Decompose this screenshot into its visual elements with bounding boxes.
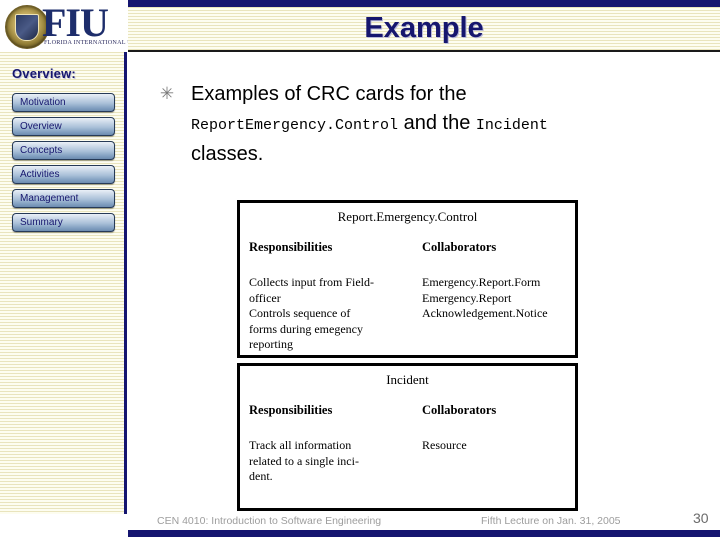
sidebar-item-label: Overview xyxy=(20,121,62,132)
sidebar-item-concepts[interactable]: Concepts xyxy=(12,141,115,160)
crc-responsibilities-column: Responsibilities Collects input from Fie… xyxy=(249,239,419,353)
sidebar-item-motivation[interactable]: Motivation xyxy=(12,93,115,112)
footer-lecture-text: Fifth Lecture on Jan. 31, 2005 xyxy=(481,515,621,527)
sidebar-item-management[interactable]: Management xyxy=(12,189,115,208)
crc-collaborators-column: Collaborators Emergency.Report.Form Emer… xyxy=(422,239,572,322)
sidebar-item-label: Activities xyxy=(20,169,60,180)
footer-rule xyxy=(128,530,720,537)
bullet-line-2-mid: and the xyxy=(398,112,476,134)
sidebar-item-label: Motivation xyxy=(20,97,66,108)
footer-left-spacer xyxy=(0,514,128,540)
slide-canvas: Example Overview: Motivation Overview Co… xyxy=(0,0,720,540)
crc-card-incident: Incident Responsibilities Track all info… xyxy=(237,363,578,511)
crc-collaborators-column: Collaborators Resource xyxy=(422,402,572,454)
sidebar-item-activities[interactable]: Activities xyxy=(12,165,115,184)
slide-page-number: 30 xyxy=(693,510,709,526)
page-title: Example xyxy=(364,12,484,44)
sidebar-heading: Overview: xyxy=(12,66,76,81)
bullet-line-1: Examples of CRC cards for the xyxy=(191,83,467,105)
crc-collaborators-text: Emergency.Report.Form Emergency.Report A… xyxy=(422,275,548,320)
sidebar-item-summary[interactable]: Summary xyxy=(12,213,115,232)
class-name-incident: Incident xyxy=(475,117,548,134)
crc-class-name: Incident xyxy=(386,372,429,387)
fiu-logo: FIU FLORIDA INTERNATIONAL UNIVERSITY xyxy=(0,0,128,52)
fiu-logo-letters: FIU xyxy=(42,0,109,45)
crc-collaborators-text: Resource xyxy=(422,438,467,452)
crc-responsibilities-text: Collects input from Field- officer Contr… xyxy=(249,275,374,351)
crc-card-report-emergency-control: Report.Emergency.Control Responsibilitie… xyxy=(237,200,578,358)
sidebar-item-label: Management xyxy=(20,193,79,204)
sidebar-item-label: Concepts xyxy=(20,145,63,156)
footer-course-text: CEN 4010: Introduction to Software Engin… xyxy=(157,515,382,527)
sidebar-item-label: Summary xyxy=(20,217,63,228)
fiu-logo-inner: FIU FLORIDA INTERNATIONAL UNIVERSITY xyxy=(0,2,128,50)
crc-responsibilities-text: Track all information related to a singl… xyxy=(249,438,359,483)
class-name-report-emergency-control: ReportEmergency.Control xyxy=(191,117,399,134)
bullet-line-3: classes. xyxy=(191,143,264,165)
slide-body: ✳ Examples of CRC cards for the ReportEm… xyxy=(131,54,720,514)
bullet-text: Examples of CRC cards for the ReportEmer… xyxy=(191,80,709,169)
crc-column-header-collaborators: Collaborators xyxy=(422,240,497,254)
crc-column-header-collaborators: Collaborators xyxy=(422,403,497,417)
crc-column-header-responsibilities: Responsibilities xyxy=(249,403,333,417)
sidebar-item-overview[interactable]: Overview xyxy=(12,117,115,136)
crc-class-name: Report.Emergency.Control xyxy=(337,209,478,224)
bullet-paragraph: ✳ Examples of CRC cards for the ReportEm… xyxy=(159,80,709,169)
asterisk-bullet-icon: ✳ xyxy=(159,84,175,103)
sidebar: Overview: Motivation Overview Concepts A… xyxy=(0,52,127,514)
crc-column-header-responsibilities: Responsibilities xyxy=(249,240,333,254)
crc-responsibilities-column: Responsibilities Track all information r… xyxy=(249,402,419,485)
fiu-logo-subtitle: FLORIDA INTERNATIONAL UNIVERSITY xyxy=(44,40,128,46)
